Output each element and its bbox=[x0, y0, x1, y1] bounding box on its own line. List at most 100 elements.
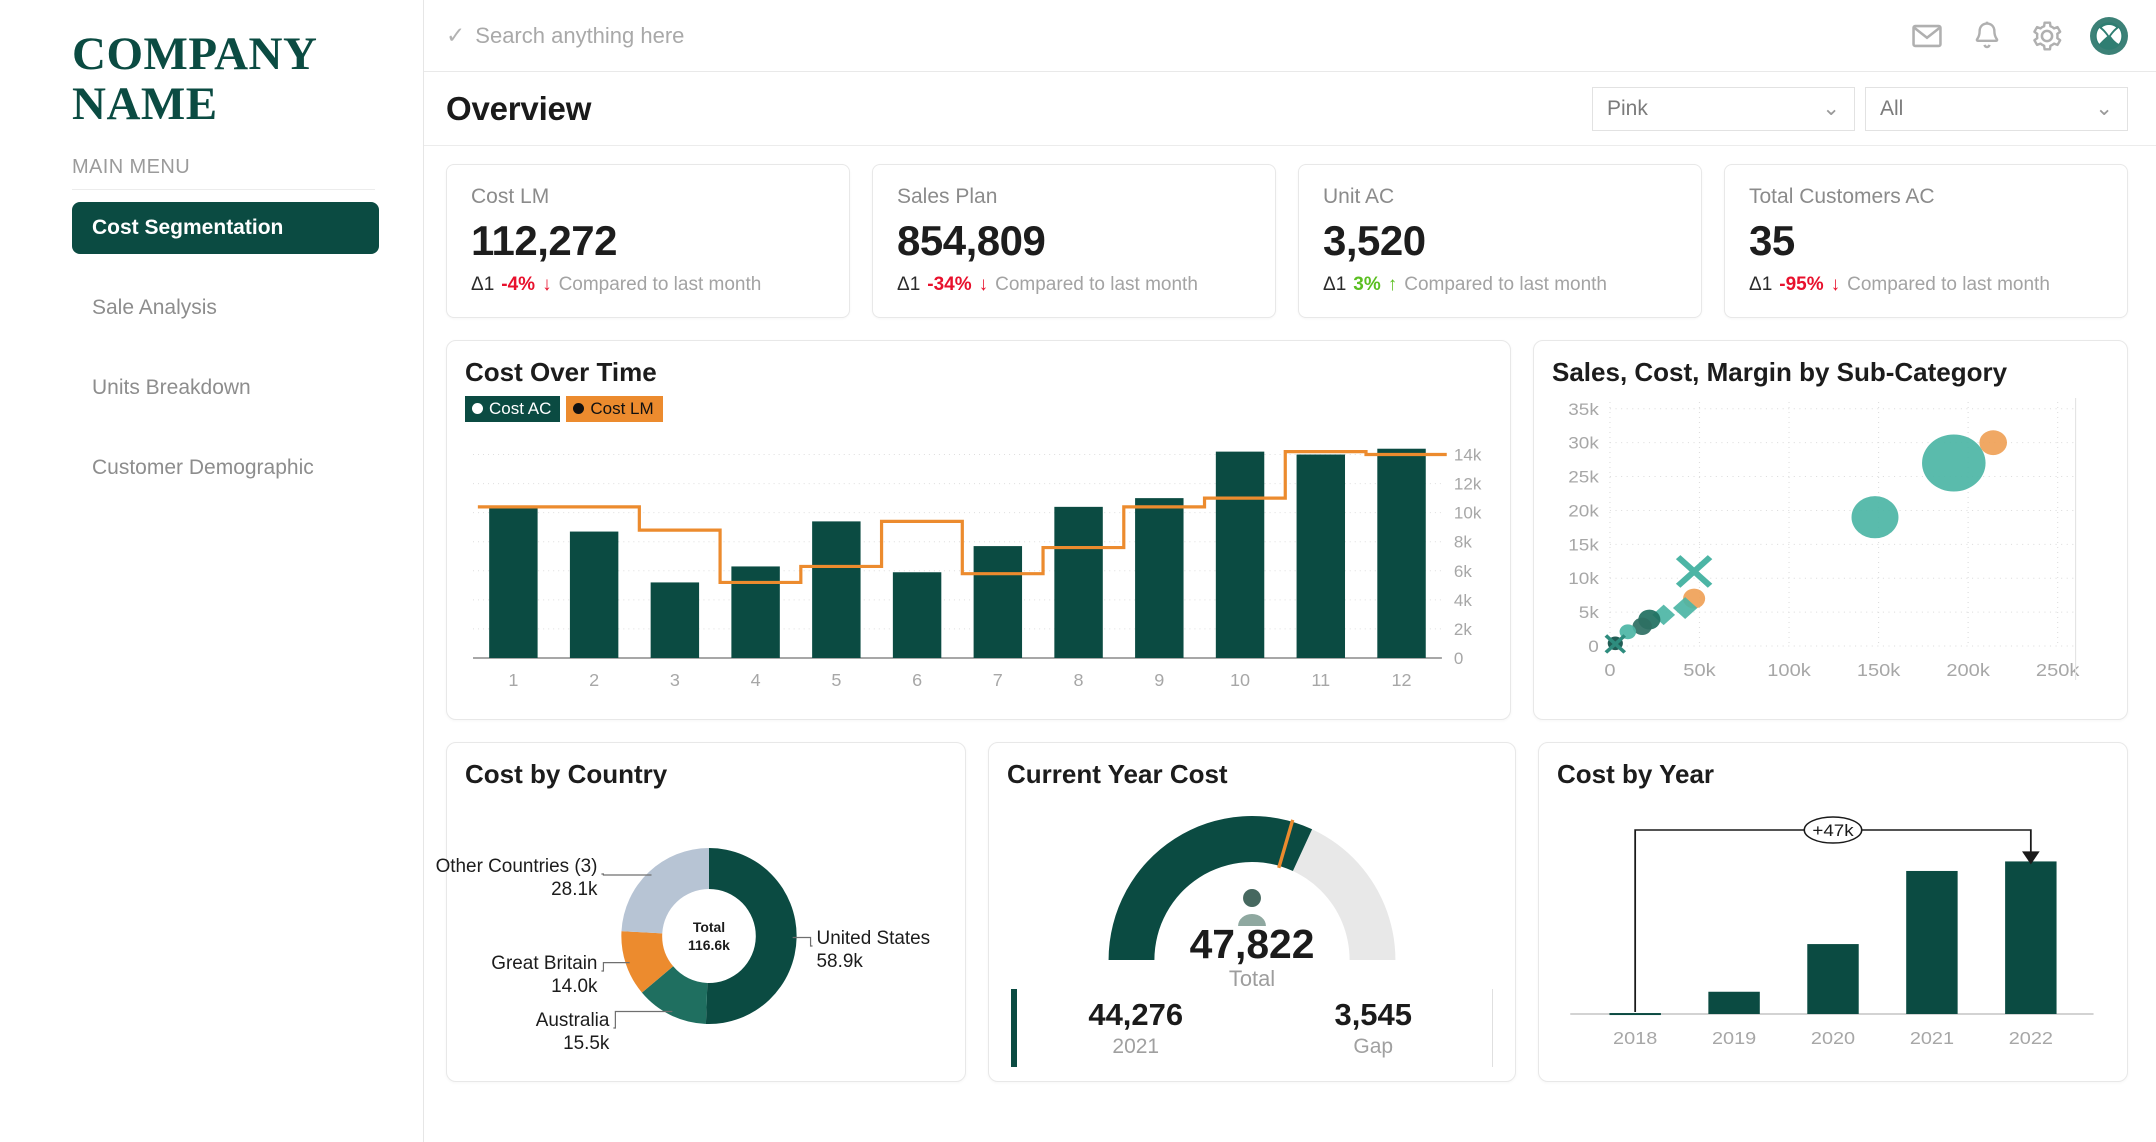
company-logo-text: COMPANY NAME bbox=[72, 28, 318, 130]
kpi-delta-note: Compared to last month bbox=[995, 274, 1198, 295]
cost-by-country-svg: Total 116.6k United States58.9k Australia15… bbox=[436, 848, 931, 1054]
chevron-down-icon: ⌄ bbox=[2095, 97, 2113, 120]
svg-text:150k: 150k bbox=[1857, 661, 1901, 681]
legend-label: Cost AC bbox=[489, 399, 552, 418]
bell-icon[interactable] bbox=[1970, 19, 2004, 53]
svg-text:28.1k: 28.1k bbox=[551, 879, 598, 900]
sidebar: COMPANY NAME MAIN MENU Cost Segmentation… bbox=[0, 0, 424, 1142]
arrow-down-icon: ↓ bbox=[978, 274, 989, 295]
search-input[interactable] bbox=[475, 22, 1076, 49]
kpi-card-unit-ac[interactable]: Unit AC 3,520 Δ1 3% ↑ Compared to last m… bbox=[1298, 164, 1702, 318]
sales-cost-margin-plot: 0 5k 10k 15k 20k 25k 30k 35k 0 50k 100k 150k 200k 250… bbox=[1552, 394, 2109, 710]
kpi-delta-pct: 3% bbox=[1353, 274, 1381, 295]
sidebar-item-label: Units Breakdown bbox=[92, 375, 251, 399]
svg-text:6: 6 bbox=[912, 670, 922, 690]
search-container[interactable]: ✓ bbox=[446, 22, 1910, 49]
legend-item-cost-ac[interactable]: Cost AC bbox=[465, 396, 561, 423]
svg-text:20k: 20k bbox=[1568, 501, 1600, 520]
cost-by-country-plot: Total 116.6k United States 58.9k Australia 15… bbox=[436, 790, 947, 1072]
cost-over-time-plot: 0 2k 4k 6k 8k 10k 12k 14k 1 2 3 4 5 6 7 8 9 10 11 12 bbox=[465, 426, 1492, 704]
sales-cost-margin-svg: 0 5k 10k 15k 20k 25k 30k 35k 0 50k 100k 150k 200k 250… bbox=[1568, 398, 2080, 681]
kpi-card-total-customers-ac[interactable]: Total Customers AC 35 Δ1 -95% ↓ Compared… bbox=[1724, 164, 2128, 318]
current-year-cost-card: Current Year Cost 47,822 Total 44,276 202… bbox=[988, 742, 1516, 1082]
legend-item-cost-lm[interactable]: Cost LM bbox=[566, 396, 663, 423]
kpi-delta: Δ1 -34% ↓ Compared to last month bbox=[897, 274, 1251, 296]
svg-text:Australia: Australia bbox=[536, 1010, 610, 1031]
kpi-delta: Δ1 -4% ↓ Compared to last month bbox=[471, 274, 825, 296]
svg-text:2022: 2022 bbox=[2009, 1029, 2053, 1049]
chart-title: Sales, Cost, Margin by Sub-Category bbox=[1552, 357, 2008, 387]
sidebar-item-units-breakdown[interactable]: Units Breakdown bbox=[72, 362, 379, 414]
chart-title: Current Year Cost bbox=[1007, 759, 1228, 789]
legend-dot-icon bbox=[472, 403, 483, 415]
sales-cost-margin-card: Sales, Cost, Margin by Sub-Category 0 5k 1… bbox=[1533, 340, 2128, 720]
cost-over-time-card: Cost Over Time Cost AC Cost LM 0 2k 4k 6k 8k… bbox=[446, 340, 1511, 720]
avatar[interactable] bbox=[2090, 16, 2128, 55]
chevron-down-icon: ⌄ bbox=[1822, 97, 1840, 120]
gauge-footer: 44,276 2021 3,545 Gap bbox=[1011, 989, 1493, 1067]
gauge-footer-label: Gap bbox=[1353, 1035, 1394, 1058]
kpi-delta-pct: -4% bbox=[501, 274, 536, 295]
top-bar-icons bbox=[1910, 16, 2128, 55]
svg-text:58.9k: 58.9k bbox=[817, 951, 864, 972]
sidebar-item-sale-analysis[interactable]: Sale Analysis bbox=[72, 282, 379, 334]
svg-text:35k: 35k bbox=[1568, 400, 1600, 419]
cost-by-year-card: Cost by Year 2018 2019 2020 2021 2022 +47k bbox=[1538, 742, 2128, 1082]
svg-text:Great Britain: Great Britain bbox=[491, 953, 597, 974]
kpi-card-cost-lm[interactable]: Cost LM 112,272 Δ1 -4% ↓ Compared to las… bbox=[446, 164, 850, 318]
svg-text:2018: 2018 bbox=[1613, 1029, 1657, 1049]
chart-legend: Cost AC Cost LM bbox=[465, 396, 1492, 423]
filter-scope-value: All bbox=[1880, 96, 1904, 120]
svg-text:United States: United States bbox=[817, 928, 931, 949]
kpi-card-sales-plan[interactable]: Sales Plan 854,809 Δ1 -34% ↓ Compared to… bbox=[872, 164, 1276, 318]
svg-text:10k: 10k bbox=[1454, 504, 1482, 523]
gear-icon[interactable] bbox=[2030, 19, 2064, 53]
svg-text:10k: 10k bbox=[1568, 569, 1600, 588]
legend-dot-icon bbox=[573, 403, 585, 415]
svg-text:15.5k: 15.5k bbox=[563, 1033, 610, 1054]
arrow-down-icon: ↓ bbox=[1830, 274, 1841, 295]
svg-text:0: 0 bbox=[1454, 649, 1463, 668]
chart-title: Cost Over Time bbox=[465, 357, 657, 387]
svg-text:+47k: +47k bbox=[1812, 821, 1853, 840]
svg-text:4: 4 bbox=[751, 670, 761, 690]
svg-text:10: 10 bbox=[1230, 670, 1250, 690]
mail-icon[interactable] bbox=[1910, 19, 1944, 53]
svg-text:Other Countries (3): Other Countries (3) bbox=[436, 856, 598, 877]
cost-by-country-card: Cost by Country Total 116.6k United States… bbox=[436, 742, 966, 1082]
sidebar-item-cost-segmentation[interactable]: Cost Segmentation bbox=[72, 201, 379, 254]
sidebar-item-label: Cost Segmentation bbox=[92, 215, 284, 239]
svg-text:2019: 2019 bbox=[1712, 1029, 1756, 1049]
svg-text:0: 0 bbox=[1604, 661, 1615, 681]
kpi-row: Cost LM 112,272 Δ1 -4% ↓ Compared to las… bbox=[446, 164, 2128, 318]
chart-title: Cost by Country bbox=[465, 759, 668, 789]
kpi-delta-note: Compared to last month bbox=[558, 274, 762, 295]
cost-by-year-plot: 2018 2019 2020 2021 2022 +47k bbox=[1557, 792, 2109, 1070]
svg-text:8: 8 bbox=[1074, 670, 1084, 690]
current-year-gauge-plot: 47,822 Total bbox=[1007, 790, 1497, 991]
dashboard-root: COMPANY NAME MAIN MENU Cost Segmentation… bbox=[0, 0, 2156, 1142]
gauge-footer-divider bbox=[1492, 989, 1493, 1067]
kpi-title: Sales Plan bbox=[897, 185, 998, 208]
charts-row-1: Cost Over Time Cost AC Cost LM 0 2k 4k 6k 8k… bbox=[446, 340, 2128, 720]
kpi-value: 854,809 bbox=[897, 217, 1046, 264]
sidebar-section-label: MAIN MENU bbox=[72, 156, 375, 190]
filter-color-select[interactable]: Pink ⌄ bbox=[1592, 86, 1855, 131]
kpi-delta: Δ1 3% ↑ Compared to last month bbox=[1323, 274, 1677, 296]
cost-over-time-svg: 02k4k6k8k10k12k14k1 2 3 4 5 6 7 8 9 10 11 12 bbox=[473, 446, 1482, 690]
svg-text:Total: Total bbox=[1229, 966, 1275, 991]
arrow-up-icon: ↑ bbox=[1387, 274, 1398, 295]
kpi-delta: Δ1 -95% ↓ Compared to last month bbox=[1749, 274, 2103, 296]
svg-text:1: 1 bbox=[508, 670, 518, 690]
filter-scope-select[interactable]: All ⌄ bbox=[1865, 86, 2128, 131]
gauge-svg: 47,822Total bbox=[1108, 815, 1396, 991]
svg-text:2k: 2k bbox=[1454, 620, 1472, 639]
kpi-delta-pct: -95% bbox=[1779, 274, 1824, 295]
svg-text:200k: 200k bbox=[1946, 661, 1990, 681]
kpi-delta-pct: -34% bbox=[927, 274, 972, 295]
gauge-footer-value: 44,276 bbox=[1088, 997, 1184, 1032]
kpi-delta-label: Δ1 bbox=[1749, 274, 1773, 295]
sidebar-item-label: Customer Demographic bbox=[92, 455, 314, 479]
sidebar-item-customer-demographic[interactable]: Customer Demographic bbox=[72, 442, 379, 494]
svg-text:12k: 12k bbox=[1454, 475, 1482, 494]
